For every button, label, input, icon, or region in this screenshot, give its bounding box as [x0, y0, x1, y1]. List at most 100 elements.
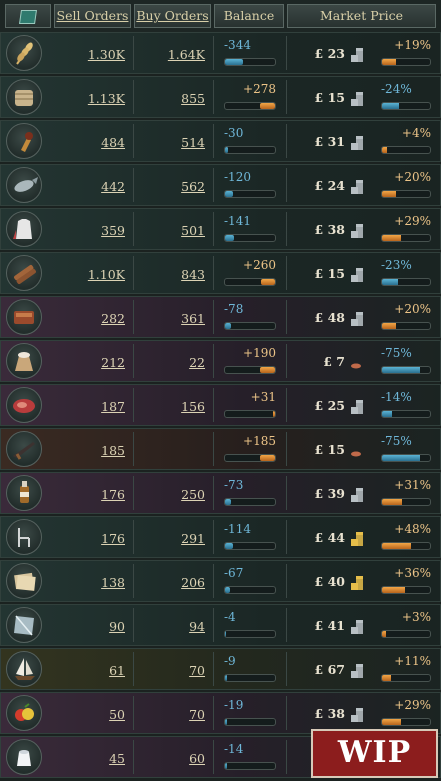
balance-cell: +260	[222, 256, 278, 290]
buy-orders-value[interactable]: 60	[135, 751, 205, 766]
goods-icon-cell[interactable]	[6, 431, 45, 467]
goods-row[interactable]: 442 562 -120 £ 24 +20%	[0, 164, 441, 206]
sell-orders-value[interactable]: 45	[55, 751, 125, 766]
currency-symbol: £	[314, 266, 324, 281]
goods-icon-cell[interactable]	[6, 695, 45, 731]
sell-orders-value[interactable]: 1.13K	[55, 91, 125, 106]
goods-icon-cell[interactable]	[6, 519, 45, 555]
price-change-bar-fill	[382, 411, 392, 417]
goods-row[interactable]: 187 156 +31 £ 25 -14%	[0, 384, 441, 426]
goods-row[interactable]: 50 70 -19 £ 38 +29%	[0, 692, 441, 734]
column-divider	[213, 652, 214, 686]
price-change-cell: -75%	[379, 432, 433, 466]
sell-orders-value[interactable]: 282	[55, 311, 125, 326]
price-change-value: +31%	[394, 478, 431, 492]
goods-row[interactable]: 61 70 -9 £ 67 +11%	[0, 648, 441, 690]
sell-orders-value[interactable]: 484	[55, 135, 125, 150]
column-divider	[213, 168, 214, 202]
sell-orders-value[interactable]: 187	[55, 399, 125, 414]
buy-orders-value[interactable]: 70	[135, 707, 205, 722]
balance-value: -73	[224, 478, 244, 492]
balance-cell: -344	[222, 36, 278, 70]
goods-row[interactable]: 1.10K 843 +260 £ 15 -23%	[0, 252, 441, 294]
goods-icon-cell[interactable]	[6, 607, 45, 643]
balance-value: -9	[224, 654, 236, 668]
balance-value: +260	[243, 258, 276, 272]
goods-row[interactable]: 1.13K 855 +278 £ 15 -24%	[0, 76, 441, 118]
chair-icon	[18, 528, 30, 547]
price-change-bar	[381, 498, 431, 506]
price-change-bar	[381, 278, 431, 286]
sell-orders-value[interactable]: 176	[55, 487, 125, 502]
price-change-bar-fill	[382, 191, 397, 197]
buy-orders-header[interactable]: Buy Orders	[134, 4, 211, 28]
goods-row[interactable]: 138 206 -67 £ 40 +36%	[0, 560, 441, 602]
sell-orders-value[interactable]: 185	[55, 443, 125, 458]
goods-row[interactable]: 359 501 -141 £ 38 +29%	[0, 208, 441, 250]
buy-orders-value[interactable]: 156	[135, 399, 205, 414]
buy-orders-value[interactable]: 514	[135, 135, 205, 150]
sell-orders-value[interactable]: 359	[55, 223, 125, 238]
goods-icon-cell[interactable]	[6, 343, 45, 379]
buy-orders-value[interactable]: 501	[135, 223, 205, 238]
sell-orders-value[interactable]: 61	[55, 663, 125, 678]
sell-orders-value[interactable]: 138	[55, 575, 125, 590]
market-price-header[interactable]: Market Price	[287, 4, 436, 28]
goods-icon-cell[interactable]	[6, 123, 45, 159]
price-change-bar-fill	[382, 455, 421, 461]
goods-icon-cell[interactable]	[6, 475, 45, 511]
goods-icon-cell[interactable]	[6, 739, 45, 775]
goods-row[interactable]: 176 291 -114 £ 44 +48%	[0, 516, 441, 558]
buy-orders-value[interactable]: 361	[135, 311, 205, 326]
buy-orders-value[interactable]: 855	[135, 91, 205, 106]
buy-orders-value[interactable]: 22	[135, 355, 205, 370]
goods-row[interactable]: 484 514 -30 £ 31 +4%	[0, 120, 441, 162]
goods-row[interactable]: 90 94 -4 £ 41 +3%	[0, 604, 441, 646]
price-change-value: +11%	[394, 654, 431, 668]
goods-icon-cell[interactable]	[6, 79, 45, 115]
goods-icon-cell[interactable]	[6, 255, 45, 291]
goods-row[interactable]: 185 +185 £ 15 -75%	[0, 428, 441, 470]
price-change-bar-fill	[382, 719, 402, 725]
price-amount: 44	[327, 530, 345, 545]
column-divider	[133, 652, 134, 686]
goods-row[interactable]: 282 361 -78 £ 48 +20%	[0, 296, 441, 338]
buy-orders-value[interactable]: 843	[135, 267, 205, 282]
goods-icon-cell[interactable]	[6, 299, 45, 335]
goods-icon-cell[interactable]	[6, 167, 45, 203]
balance-bar-fill	[260, 103, 275, 109]
goods-filter-icon[interactable]	[5, 4, 51, 28]
column-divider	[286, 36, 287, 70]
buy-orders-value[interactable]: 1.64K	[135, 47, 205, 62]
liquor-icon	[20, 481, 29, 503]
buy-orders-value[interactable]: 291	[135, 531, 205, 546]
buy-orders-value[interactable]: 250	[135, 487, 205, 502]
price-amount: 67	[327, 662, 345, 677]
goods-icon-cell[interactable]	[6, 651, 45, 687]
column-divider	[286, 344, 287, 378]
goods-icon-cell[interactable]	[6, 35, 45, 71]
goods-icon-cell[interactable]	[6, 211, 45, 247]
price-change-bar	[381, 190, 431, 198]
goods-row[interactable]: 176 250 -73 £ 39 +31%	[0, 472, 441, 514]
buy-orders-value[interactable]: 70	[135, 663, 205, 678]
buy-orders-value[interactable]: 562	[135, 179, 205, 194]
price-amount: 24	[327, 178, 345, 193]
buy-orders-value[interactable]: 206	[135, 575, 205, 590]
goods-icon-cell[interactable]	[6, 387, 45, 423]
goods-icon-cell[interactable]	[6, 563, 45, 599]
buy-orders-value[interactable]: 94	[135, 619, 205, 634]
sell-orders-value[interactable]: 50	[55, 707, 125, 722]
sell-orders-header[interactable]: Sell Orders	[54, 4, 131, 28]
sell-orders-value[interactable]: 176	[55, 531, 125, 546]
sell-orders-value[interactable]: 90	[55, 619, 125, 634]
goods-row[interactable]: 1.30K 1.64K -344 £ 23 +19%	[0, 32, 441, 74]
balance-header[interactable]: Balance	[214, 4, 284, 28]
sell-orders-value[interactable]: 1.30K	[55, 47, 125, 62]
goods-row[interactable]: 212 22 +190 £ 7 -75%	[0, 340, 441, 382]
sell-orders-value[interactable]: 212	[55, 355, 125, 370]
price-change-bar	[381, 674, 431, 682]
sell-orders-value[interactable]: 1.10K	[55, 267, 125, 282]
column-divider	[133, 256, 134, 290]
sell-orders-value[interactable]: 442	[55, 179, 125, 194]
